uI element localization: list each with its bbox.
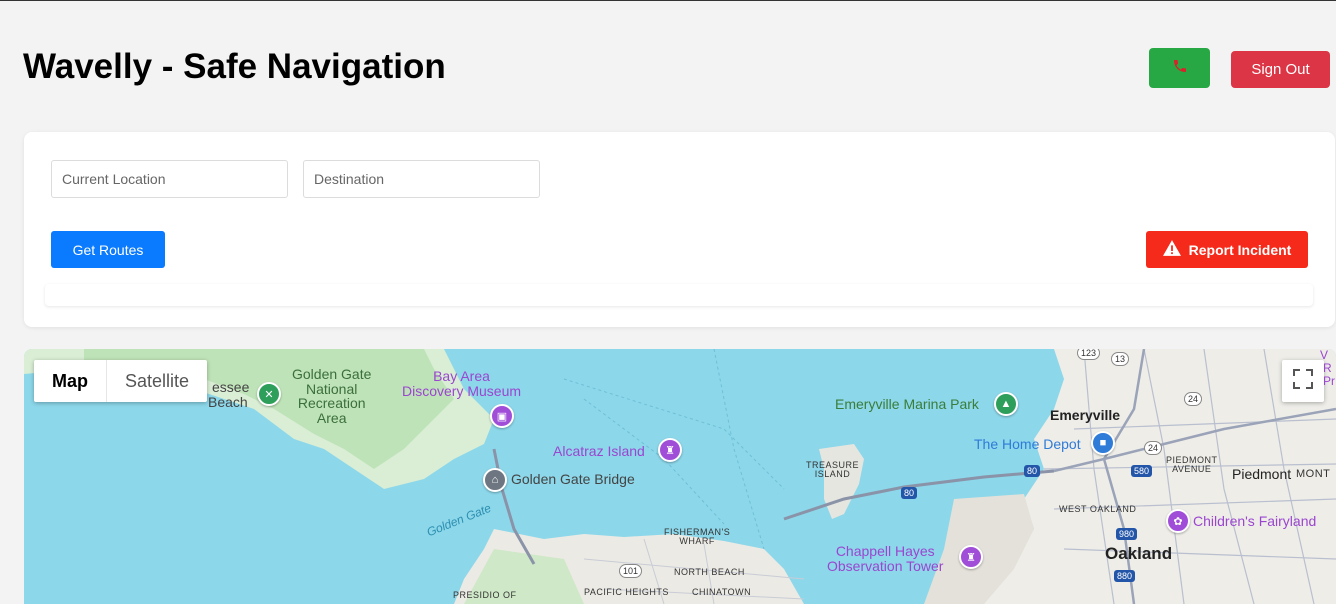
label-corner-r: R [1323,361,1332,375]
get-routes-button[interactable]: Get Routes [51,231,165,268]
fullscreen-button[interactable] [1282,360,1324,402]
label-fishermans-wharf: FISHERMAN'S WHARF [664,527,731,547]
beach-pin-icon[interactable]: ✕ [257,382,281,406]
label-oakland: Oakland [1105,544,1173,563]
route-24b-shield: 24 [1144,441,1163,455]
sign-out-button[interactable]: Sign Out [1231,51,1330,88]
page-title: Wavelly - Safe Navigation [23,47,446,86]
destination-input[interactable] [303,160,540,198]
route-panel: Get Routes Report Incident [24,132,1335,327]
bridge-pin-icon[interactable]: ⌂ [483,468,507,492]
label-alcatraz: Alcatraz Island [553,443,645,459]
call-button[interactable] [1149,48,1210,88]
ferry-route-2 [713,349,765,550]
label-pacific-heights: PACIFIC HEIGHTS [584,587,669,597]
label-treasure-island: TREASURE ISLAND [806,460,860,480]
route-880-shield: 880 [1114,570,1136,582]
map-view[interactable]: Map Satellite essee Beach ✕ Golden Gate … [24,349,1336,604]
routes-results [45,284,1313,306]
label-corner-p: Pr [1323,374,1335,388]
label-piedmont: Piedmont [1232,466,1292,482]
current-location-input[interactable] [51,160,288,198]
route-13-shield: 13 [1111,352,1130,366]
label-west-oakland: WEST OAKLAND [1059,504,1137,514]
label-golden-gate-bridge: Golden Gate Bridge [511,471,635,487]
fullscreen-icon [1293,368,1313,394]
map-type-control: Map Satellite [34,360,208,402]
label-home-depot: The Home Depot [974,436,1081,452]
route-101-shield: 101 [619,564,643,578]
shopping-pin-icon[interactable]: ■ [1091,431,1115,455]
label-mont: MONT [1296,468,1331,480]
phone-icon [1172,58,1188,79]
label-beach: Beach [208,394,248,410]
route-580-shield: 580 [1131,465,1153,477]
label-emeryville: Emeryville [1050,407,1121,423]
ferry-route-3 [583,398,725,525]
route-980-shield: 980 [1116,528,1138,540]
treasure-island-land [819,444,864,519]
alcatraz-pin-icon[interactable]: ♜ [658,438,682,462]
map-type-satellite-button[interactable]: Satellite [106,360,207,402]
route-80a-shield: 80 [1024,465,1041,477]
label-ggnra: Golden Gate National Recreation Area [292,366,372,427]
label-childrens-fairyland: Children's Fairyland [1193,513,1317,529]
route-123-shield: 123 [1077,349,1101,360]
label-emeryville-marina: Emeryville Marina Park [835,396,979,412]
park-pin-icon[interactable]: ▲ [994,392,1018,416]
museum-pin-icon[interactable]: ▣ [490,404,514,428]
warning-icon [1162,240,1181,259]
label-presidio: PRESIDIO OF [453,590,517,600]
route-24a-shield: 24 [1184,392,1203,406]
route-80b-shield: 80 [901,487,918,499]
label-chappell-hayes: Chappell Hayes Observation Tower [827,543,944,574]
label-corner-v: V [1320,349,1329,362]
label-essee: essee [212,379,250,395]
label-north-beach: NORTH BEACH [674,567,745,577]
map-type-map-button[interactable]: Map [34,360,106,402]
report-incident-button[interactable]: Report Incident [1146,231,1308,268]
label-piedmont-avenue: PIEDMONT AVENUE [1166,455,1218,475]
fairyland-pin-icon[interactable]: ✿ [1166,509,1190,533]
label-bay-area-discovery: Bay Area Discovery Museum [402,368,522,399]
report-incident-label: Report Incident [1188,241,1292,258]
label-chinatown: CHINATOWN [692,587,752,597]
tower-pin-icon[interactable]: ♜ [959,545,983,569]
